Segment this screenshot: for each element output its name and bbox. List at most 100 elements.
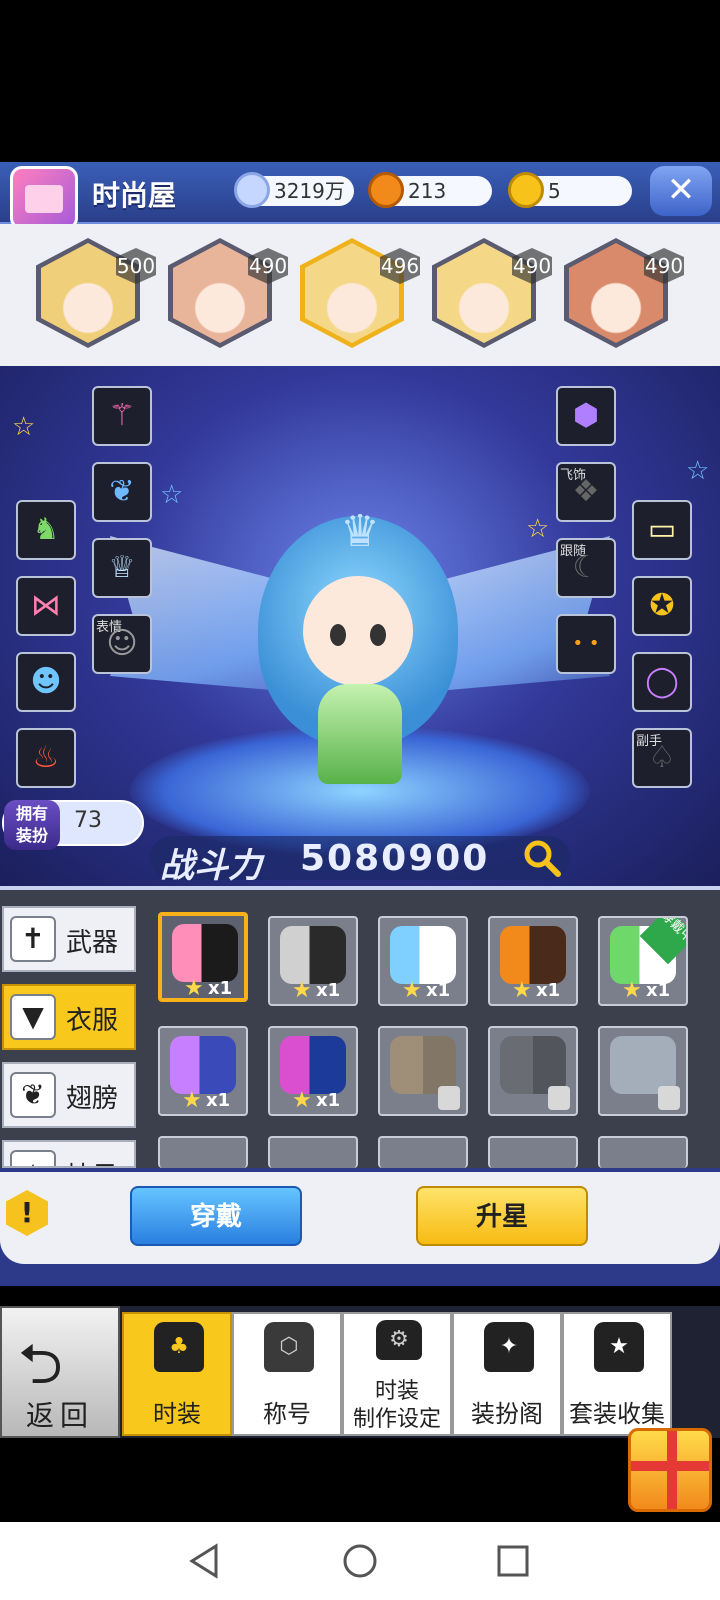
item-count: x1 bbox=[536, 980, 561, 1001]
tab-suit-collection[interactable]: ★ 套装收集 bbox=[562, 1312, 672, 1436]
slot-earrings[interactable]: • • bbox=[556, 614, 616, 674]
close-button[interactable]: ✕ bbox=[650, 166, 712, 216]
slot-flying[interactable]: 飞饰 ❖ bbox=[556, 462, 616, 522]
category-wings[interactable]: ❦ 翅膀 bbox=[2, 1062, 136, 1128]
outfit-item-locked[interactable] bbox=[378, 1026, 468, 1116]
outfit-item-locked[interactable] bbox=[488, 1026, 578, 1116]
tab-label: 装扮阁 bbox=[471, 1400, 543, 1428]
character-portrait[interactable]: 500 bbox=[36, 238, 156, 348]
slot-follow[interactable]: 跟随 ☾ bbox=[556, 538, 616, 598]
star-icon: ★ bbox=[512, 978, 532, 1003]
tab-label: 称号 bbox=[263, 1400, 311, 1428]
outfit-image bbox=[280, 1036, 346, 1094]
category-weapon[interactable]: ✝ 武器 bbox=[2, 906, 136, 972]
slot-emoji[interactable]: 表情 ☺ bbox=[92, 614, 152, 674]
outfit-item[interactable]: ★ x1 bbox=[268, 916, 358, 1006]
tab-label: 套装收集 bbox=[569, 1400, 665, 1428]
outfit-item-worn[interactable]: ★ x1 穿戴中 bbox=[598, 916, 688, 1006]
system-navigation-bar bbox=[0, 1522, 720, 1600]
bottom-tab-bar: ⮌ 返回 ♣ 时装 ⬡ 称号 ⚙ 时装 制作设定 ✦ 装扮阁 ★ 套装收集 bbox=[0, 1306, 720, 1438]
slot-ring[interactable]: ◯ bbox=[632, 652, 692, 712]
back-label: 返回 bbox=[26, 1399, 95, 1432]
upgrade-star-button[interactable]: 升星 bbox=[416, 1186, 588, 1246]
outfit-image bbox=[172, 924, 238, 982]
outfit-item[interactable] bbox=[598, 1136, 688, 1168]
top-bar: 时尚屋 3219万 213 5 ✕ bbox=[0, 162, 720, 230]
category-label: 披风 bbox=[66, 1156, 118, 1166]
action-bar-panel: ! 穿戴 升星 bbox=[0, 1172, 720, 1264]
star-icon: ★ bbox=[622, 978, 642, 1003]
slot-coins[interactable]: ✪ bbox=[632, 576, 692, 636]
outfit-item[interactable]: ★ x1 bbox=[268, 1026, 358, 1116]
slot-headwear[interactable]: ♕ bbox=[92, 538, 152, 598]
wear-button[interactable]: 穿戴 bbox=[130, 1186, 302, 1246]
diamond-counter[interactable]: 3219万 bbox=[234, 172, 354, 208]
close-icon: ✕ bbox=[666, 170, 696, 210]
star-icon: ☆ bbox=[526, 514, 550, 544]
character-portrait[interactable]: 490 bbox=[432, 238, 552, 348]
dress-icon: ✦ bbox=[484, 1322, 534, 1372]
outfit-item-locked[interactable] bbox=[598, 1026, 688, 1116]
power-label: 战斗力 bbox=[160, 846, 262, 886]
title-icon: ⬡ bbox=[264, 1322, 314, 1372]
star-icon: ★ bbox=[182, 1088, 202, 1113]
outfit-item[interactable] bbox=[488, 1136, 578, 1168]
back-button[interactable]: ⮌ 返回 bbox=[0, 1306, 120, 1438]
coin-counter[interactable]: 5 bbox=[508, 172, 632, 208]
badge-icon: ⬢ bbox=[572, 398, 600, 433]
outfit-item[interactable] bbox=[158, 1136, 248, 1168]
armor-icon: ♞ bbox=[32, 512, 60, 547]
outfit-item[interactable]: ★ x1 bbox=[488, 916, 578, 1006]
category-label: 武器 bbox=[66, 928, 119, 958]
slot-armor[interactable]: ♞ bbox=[16, 500, 76, 560]
flying-icon: ❖ bbox=[572, 474, 600, 509]
outfit-item[interactable]: ★ x1 bbox=[378, 916, 468, 1006]
tiara-icon: ♛ bbox=[340, 506, 380, 557]
slot-badge[interactable]: ⬢ bbox=[556, 386, 616, 446]
diamond-value: 3219万 bbox=[274, 179, 345, 203]
owned-count: 73 bbox=[74, 808, 102, 833]
offhand-icon: ♤ bbox=[648, 740, 676, 775]
outfit-image bbox=[500, 926, 566, 984]
inventory-panel: ✝ 武器 ▼ 衣服 ❦ 翅膀 ▲ 披风 ★ x1 ★ x1 ★ x1 bbox=[0, 886, 720, 1168]
tab-dressing-room[interactable]: ✦ 装扮阁 bbox=[452, 1312, 562, 1436]
outfit-item[interactable]: ★ x1 bbox=[158, 912, 248, 1002]
fashion-craft-icon: ⚙ bbox=[376, 1320, 422, 1360]
category-cape[interactable]: ▲ 披风 bbox=[2, 1140, 136, 1168]
nav-recents-icon[interactable] bbox=[488, 1536, 538, 1586]
gift-box-icon[interactable] bbox=[628, 1428, 712, 1512]
owned-outfits-badge: 拥有 装扮 73 bbox=[2, 800, 144, 850]
character-body bbox=[318, 684, 402, 784]
star-icon: ☆ bbox=[12, 412, 36, 442]
outfit-item[interactable] bbox=[378, 1136, 468, 1168]
slot-offhand[interactable]: 副手 ♤ bbox=[632, 728, 692, 788]
slot-effect[interactable]: ♨ bbox=[16, 728, 76, 788]
character-portrait[interactable]: 490 bbox=[564, 238, 684, 348]
earring-icon: • • bbox=[572, 633, 600, 654]
tab-title[interactable]: ⬡ 称号 bbox=[232, 1312, 342, 1436]
slot-hairstyle[interactable]: ☻ bbox=[16, 652, 76, 712]
star-icon: ★ bbox=[292, 1088, 312, 1113]
slot-wings[interactable]: ❦ bbox=[92, 462, 152, 522]
slot-bow[interactable]: ⋈ bbox=[16, 576, 76, 636]
item-count: x1 bbox=[316, 1090, 341, 1111]
slot-weapon[interactable]: ⚚ bbox=[92, 386, 152, 446]
slot-frame[interactable]: ▭ bbox=[632, 500, 692, 560]
nav-back-icon[interactable] bbox=[180, 1536, 230, 1586]
gem-counter[interactable]: 213 bbox=[368, 172, 492, 208]
tab-fashion-craft[interactable]: ⚙ 时装 制作设定 bbox=[342, 1312, 452, 1436]
nav-home-icon[interactable] bbox=[335, 1536, 385, 1586]
search-icon[interactable] bbox=[522, 838, 562, 878]
character-portrait-selected[interactable]: 496 bbox=[300, 238, 420, 348]
tab-label: 时装 制作设定 bbox=[352, 1379, 441, 1432]
lock-icon bbox=[548, 1086, 570, 1110]
character-portrait[interactable]: 490 bbox=[168, 238, 288, 348]
category-clothes[interactable]: ▼ 衣服 bbox=[2, 984, 136, 1050]
outfit-item[interactable]: ★ x1 bbox=[158, 1026, 248, 1116]
lock-icon bbox=[438, 1086, 460, 1110]
warning-icon[interactable]: ! bbox=[6, 1190, 48, 1236]
outfit-item[interactable] bbox=[268, 1136, 358, 1168]
ring-icon: ◯ bbox=[645, 664, 679, 699]
tab-fashion[interactable]: ♣ 时装 bbox=[122, 1312, 232, 1436]
outfit-image bbox=[390, 926, 456, 984]
